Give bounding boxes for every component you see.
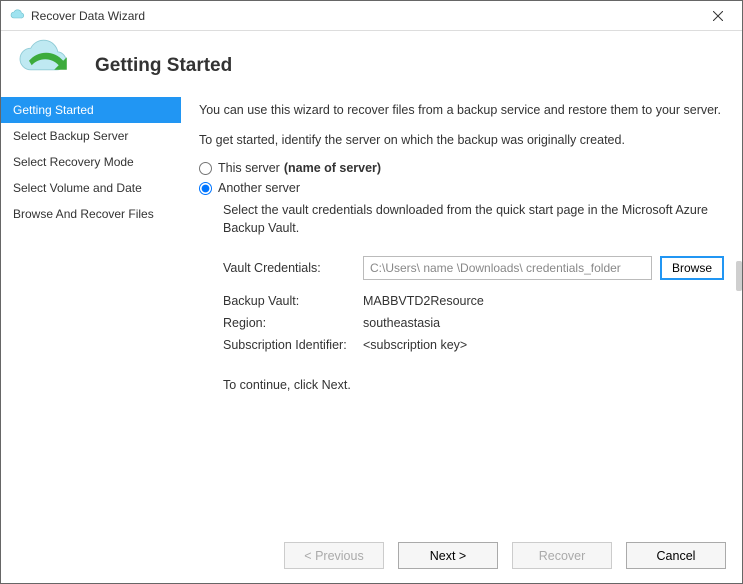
vault-credentials-row: Vault Credentials: Browse — [223, 256, 724, 280]
page-title: Getting Started — [95, 55, 232, 77]
vault-credentials-label: Vault Credentials: — [223, 261, 363, 275]
backup-vault-row: Backup Vault: MABBVTD2Resource — [223, 294, 724, 308]
backup-vault-value: MABBVTD2Resource — [363, 294, 724, 308]
continue-hint: To continue, click Next. — [223, 376, 724, 394]
vault-credentials-input[interactable] — [363, 256, 652, 280]
step-getting-started[interactable]: Getting Started — [1, 97, 181, 123]
identify-text: To get started, identify the server on w… — [199, 131, 724, 149]
browse-button[interactable]: Browse — [660, 256, 724, 280]
wizard-content: You can use this wizard to recover files… — [181, 91, 742, 532]
step-sidebar: Getting Started Select Backup Server Sel… — [1, 91, 181, 532]
subscription-id-value: <subscription key> — [363, 338, 724, 352]
app-cloud-icon — [9, 8, 25, 24]
region-value: southeastasia — [363, 316, 724, 330]
intro-text: You can use this wizard to recover files… — [199, 101, 724, 119]
subscription-id-label: Subscription Identifier: — [223, 338, 363, 352]
radio-this-label: This server — [218, 161, 280, 175]
cloud-arrow-icon — [11, 39, 83, 79]
titlebar: Recover Data Wizard — [1, 1, 742, 31]
step-select-backup-server[interactable]: Select Backup Server — [1, 123, 181, 149]
backup-vault-label: Backup Vault: — [223, 294, 363, 308]
step-select-volume-date[interactable]: Select Volume and Date — [1, 175, 181, 201]
cancel-button[interactable]: Cancel — [626, 542, 726, 569]
region-label: Region: — [223, 316, 363, 330]
recover-button: Recover — [512, 542, 612, 569]
subscription-id-row: Subscription Identifier: <subscription k… — [223, 338, 724, 352]
vault-instructions: Select the vault credentials downloaded … — [223, 201, 724, 237]
wizard-header: Getting Started — [1, 31, 742, 91]
region-row: Region: southeastasia — [223, 316, 724, 330]
step-select-recovery-mode[interactable]: Select Recovery Mode — [1, 149, 181, 175]
close-button[interactable] — [698, 2, 738, 30]
previous-button: < Previous — [284, 542, 384, 569]
radio-another-label: Another server — [218, 181, 300, 195]
wizard-footer: < Previous Next > Recover Cancel — [1, 532, 742, 583]
radio-this-server-name: (name of server) — [284, 161, 381, 175]
scrollbar-thumb[interactable] — [736, 261, 742, 291]
window-title: Recover Data Wizard — [31, 9, 145, 23]
wizard-body: Getting Started Select Backup Server Sel… — [1, 91, 742, 532]
radio-another-server[interactable] — [199, 182, 212, 195]
radio-this-server[interactable] — [199, 162, 212, 175]
radio-row-another-server[interactable]: Another server — [199, 181, 724, 195]
step-browse-recover-files[interactable]: Browse And Recover Files — [1, 201, 181, 227]
radio-row-this-server[interactable]: This server (name of server) — [199, 161, 724, 175]
next-button[interactable]: Next > — [398, 542, 498, 569]
